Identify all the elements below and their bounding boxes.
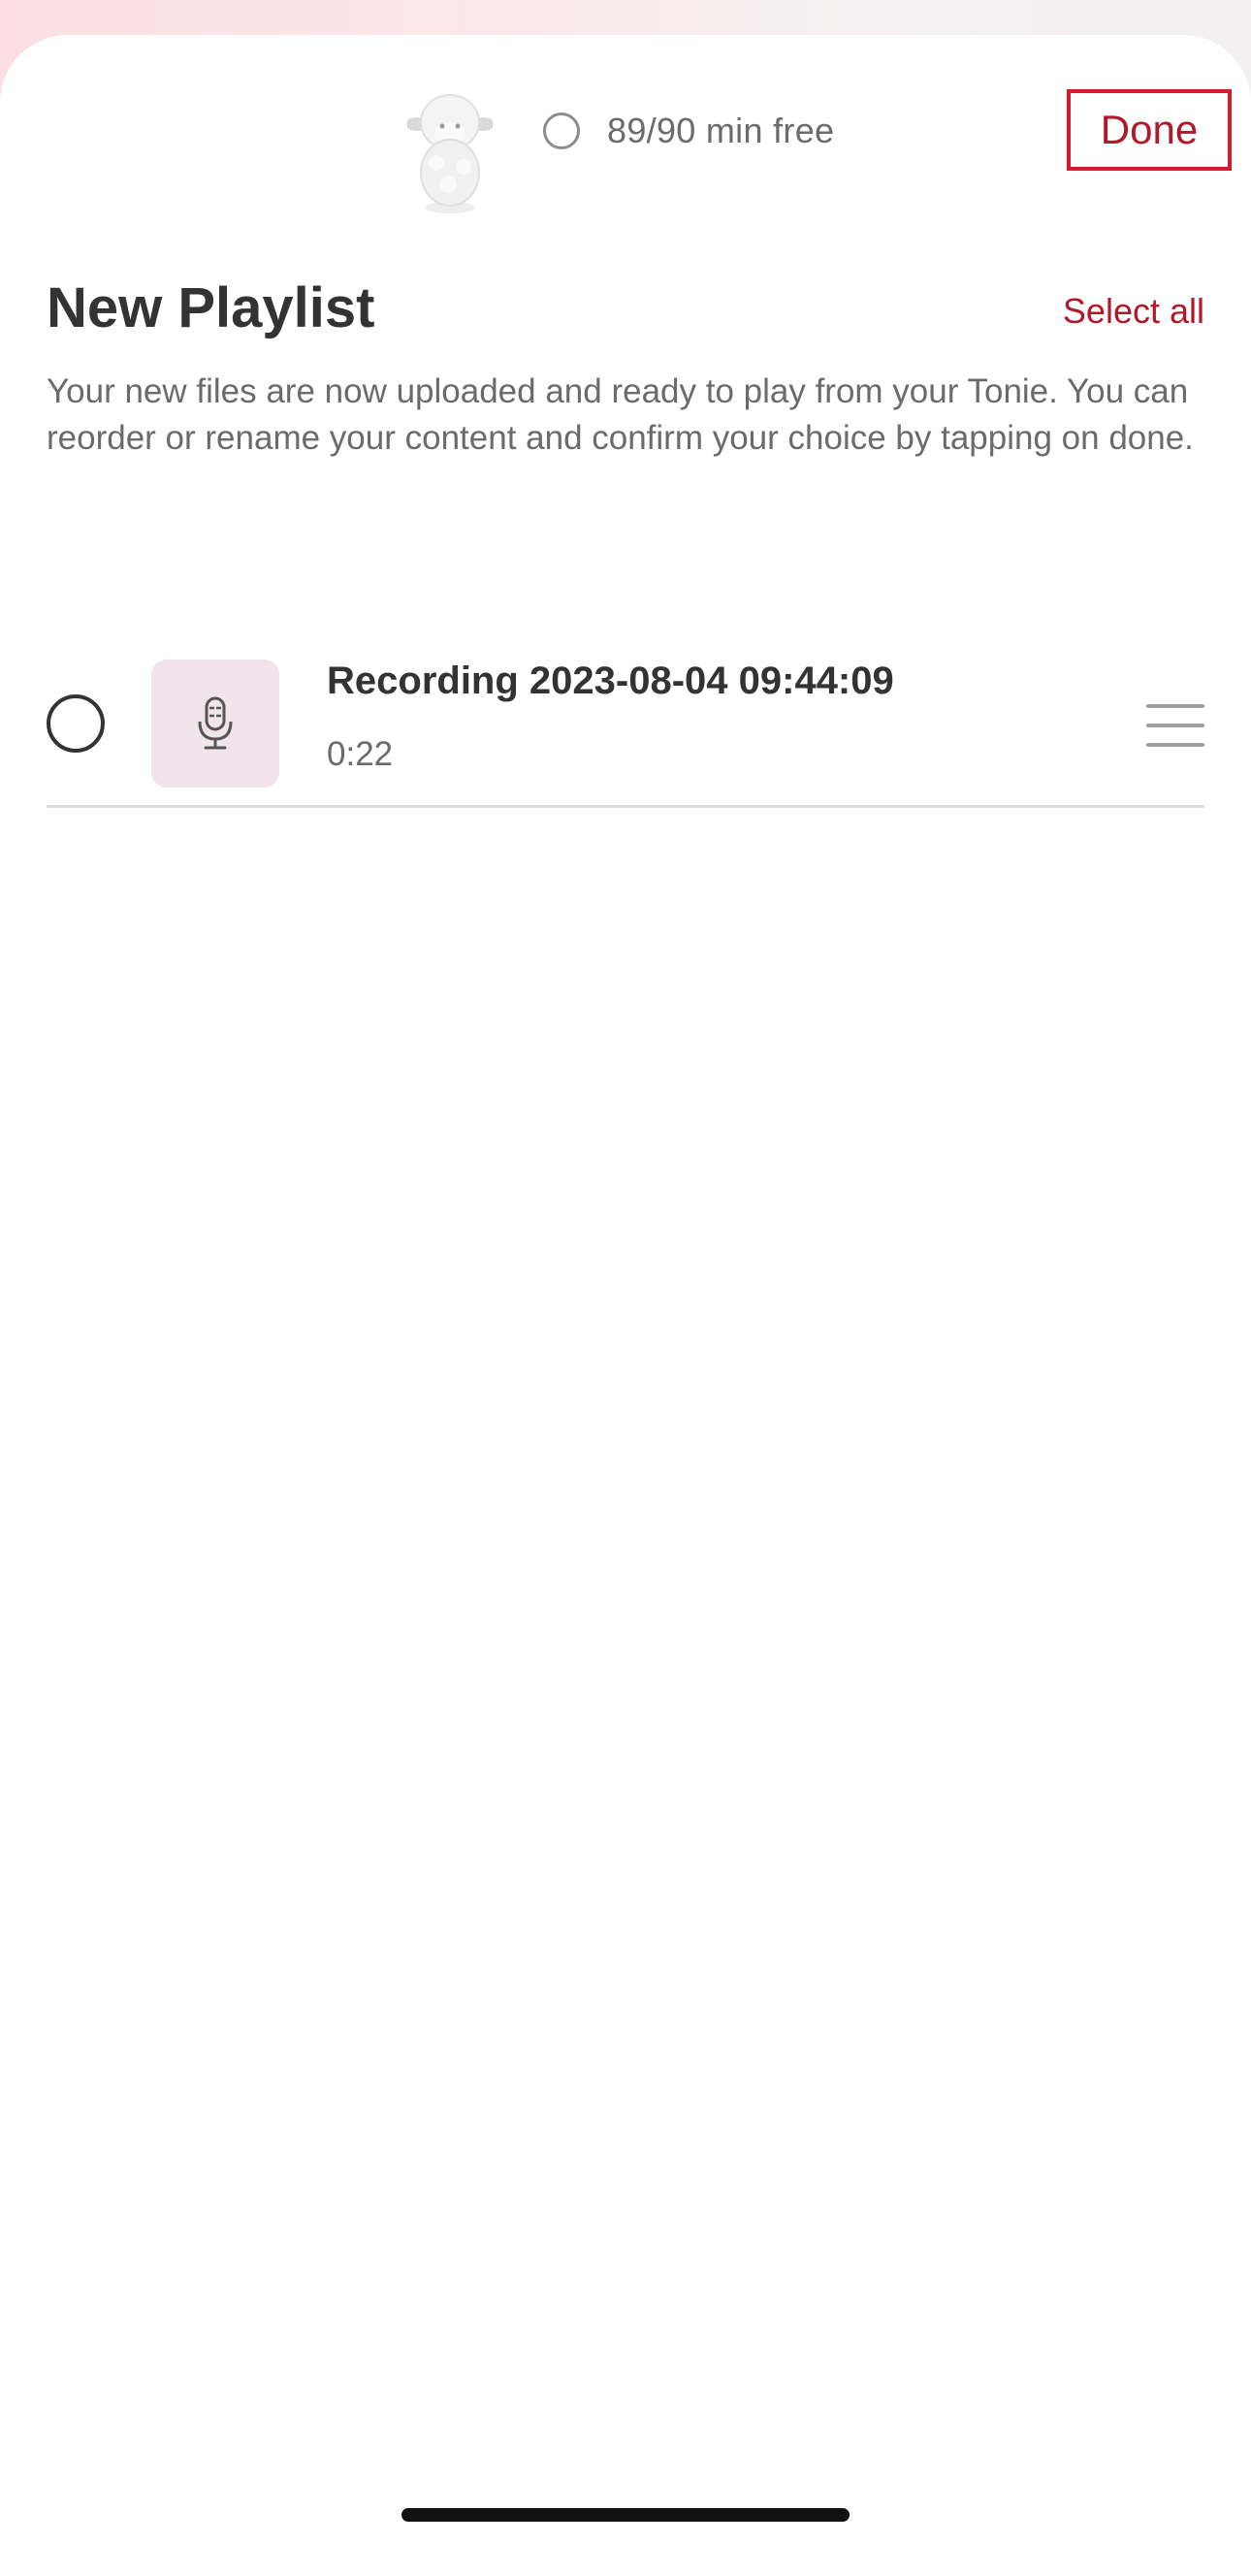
list-item[interactable]: Recording 2023-08-04 09:44:09 0:22 [47, 621, 1204, 808]
item-select-checkbox[interactable] [47, 694, 105, 753]
item-duration: 0:22 [327, 735, 394, 773]
microphone-icon [198, 696, 233, 750]
capacity-ring-icon [543, 113, 580, 149]
page-description: Your new files are now uploaded and read… [47, 372, 1194, 457]
home-indicator [401, 2508, 850, 2522]
done-button[interactable]: Done [1067, 89, 1232, 171]
item-title: Recording 2023-08-04 09:44:09 [327, 660, 894, 702]
page-title: New Playlist [47, 276, 375, 339]
tonie-figure-image [405, 83, 495, 219]
capacity-text: 89/90 min free [607, 111, 835, 150]
drag-handle-icon[interactable] [1146, 704, 1204, 747]
item-thumbnail [151, 660, 279, 788]
capacity-indicator: 89/90 min free [543, 111, 834, 151]
select-all-button[interactable]: Select all [1063, 291, 1204, 332]
playlist-list: Recording 2023-08-04 09:44:09 0:22 [47, 621, 1204, 808]
header: 89/90 min free Done [0, 35, 1251, 229]
bottom-sheet: 89/90 min free Done New Playlist Select … [0, 35, 1251, 2576]
